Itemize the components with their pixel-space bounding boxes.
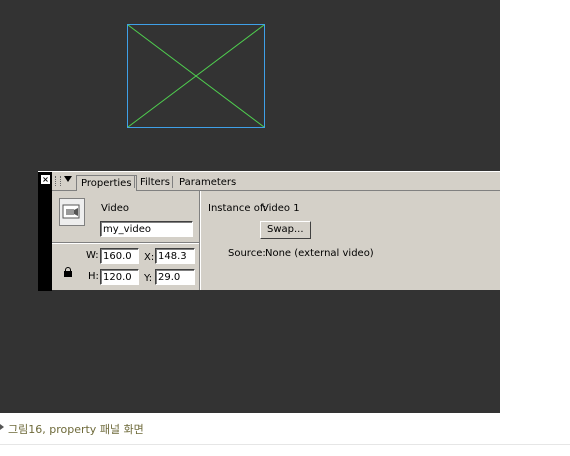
divider xyxy=(52,242,199,244)
video-type-icon xyxy=(59,198,85,226)
symbol-type-label: Video xyxy=(101,203,130,214)
close-icon[interactable]: × xyxy=(41,175,50,184)
swap-button[interactable]: Swap... xyxy=(260,221,311,239)
tab-properties[interactable]: Properties xyxy=(76,175,137,191)
tab-filters[interactable]: Filters xyxy=(136,175,174,190)
width-input[interactable] xyxy=(100,248,139,264)
y-label: Y: xyxy=(144,273,153,284)
height-label: H: xyxy=(88,271,99,282)
instance-of-value: Video 1 xyxy=(262,203,300,214)
panel-title-bar: × xyxy=(38,172,52,291)
height-input[interactable] xyxy=(100,269,139,285)
width-label: W: xyxy=(86,250,99,261)
video-placeholder[interactable] xyxy=(127,24,265,128)
tab-parameters[interactable]: Parameters xyxy=(175,175,240,190)
y-input[interactable] xyxy=(155,269,195,285)
grip-icon[interactable] xyxy=(55,176,61,186)
figure-caption: 그림16, property 패널 화면 xyxy=(8,423,144,436)
source-label: Source: xyxy=(228,248,266,259)
x-label: X: xyxy=(144,252,155,263)
stage: × Properties Filters Parameters Video my… xyxy=(0,0,500,413)
panel-content: Video Instance of: Video 1 Swap... W: X:… xyxy=(52,191,500,290)
caption-divider xyxy=(0,444,570,445)
divider xyxy=(199,191,201,290)
properties-panel: × Properties Filters Parameters Video my… xyxy=(38,171,500,291)
source-value: None (external video) xyxy=(265,248,374,259)
lock-icon[interactable] xyxy=(64,267,72,277)
instance-of-label: Instance of: xyxy=(208,203,267,214)
instance-name-input[interactable] xyxy=(100,221,193,237)
x-input[interactable] xyxy=(155,248,195,264)
tab-separator xyxy=(134,176,135,188)
tab-separator xyxy=(172,176,173,188)
tab-strip: Properties Filters Parameters xyxy=(52,172,500,191)
collapse-arrow-icon[interactable] xyxy=(64,176,72,182)
bullet-arrow-icon xyxy=(0,424,4,430)
